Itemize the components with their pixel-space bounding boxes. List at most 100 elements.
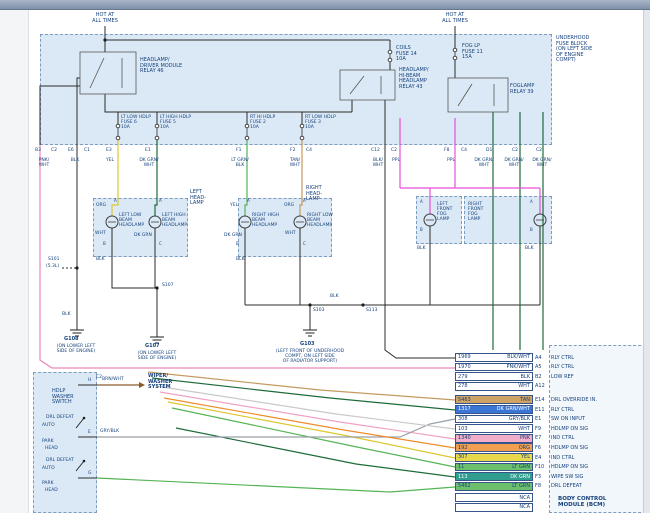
diagram-label: B	[530, 228, 533, 232]
bcm-function: IND CTRL	[551, 435, 574, 441]
diagram-label: D1	[486, 148, 492, 153]
wire	[77, 78, 80, 330]
diagram-label: PARK	[42, 481, 54, 486]
diagram-label: PNK/ WHT	[30, 158, 58, 168]
diagram-label: E1	[145, 148, 151, 153]
wire	[148, 372, 455, 400]
diagram-label: A	[303, 199, 306, 203]
bcm-wire-color: YEL	[521, 454, 530, 460]
diagram-label: HEAD	[45, 446, 58, 451]
bcm-wire-color: LT GRN	[512, 464, 530, 470]
bcm-pin: A4	[535, 355, 542, 361]
bcm-wire-color: LT GRN	[512, 483, 530, 489]
diagram-label: G	[88, 471, 92, 476]
diagram-label: C2	[51, 148, 57, 153]
arrow-icon	[139, 382, 145, 388]
bcm-pin: F8	[535, 483, 541, 489]
bcm-pin: E1	[535, 416, 541, 422]
diagram-label: B3	[35, 148, 41, 153]
bcm-wire-color: WHT	[518, 426, 530, 432]
diagram-label: ORG	[284, 203, 294, 208]
diagram-label: FOG LP FUSE 11 15A	[462, 44, 496, 61]
diagram-label: HEAD	[45, 488, 58, 493]
diagram-label: E6	[68, 148, 74, 153]
bcm-table-row: 1317DK GRN/WHT	[455, 405, 533, 414]
relay-symbol	[448, 78, 508, 112]
diagram-label: A	[420, 200, 423, 204]
diagram-label: (ON LOWER LEFT SIDE OF ENGINE)	[121, 351, 193, 361]
wire	[105, 94, 352, 112]
bcm-table-row: 307 YEL	[455, 453, 533, 462]
bcm-function: IND CTRL	[551, 455, 574, 461]
bcm-wire-color: PNK/WHT	[507, 364, 530, 370]
bcm-wire-color: DK GRN	[510, 474, 530, 480]
diagram-label: C2	[536, 148, 542, 153]
bcm-pin: E4	[535, 455, 541, 461]
diagram-label: WIPER/ WASHER SYSTEM	[148, 374, 184, 391]
diagram-label: F1	[236, 148, 241, 153]
bcm-table-row: 5462LT GRN	[455, 482, 533, 491]
bcm-pin: A5	[535, 364, 542, 370]
bcm-function: RLY CTRL	[551, 407, 574, 413]
diagram-label: DRL DEFEAT	[46, 415, 74, 420]
diagram-label: RIGHT LOW BEAM HEADLAMP	[307, 213, 343, 228]
bcm-function: WIPE SW SIG	[551, 474, 583, 480]
bcm-table-row: 103WHT	[455, 424, 533, 433]
diagram-label: LT GRN/ BLK	[225, 158, 255, 168]
diagram-label: PARK	[42, 439, 54, 444]
diagram-label: G107	[145, 344, 160, 350]
bcm-wire-number: 278	[458, 383, 468, 389]
diagram-label: BLK	[236, 257, 245, 262]
diagram-label: B	[103, 242, 106, 246]
diagram-label: DRL DEFEAT	[46, 458, 74, 463]
diagram-label: HEADLAMP/ DRIVER MODULE RELAY 46	[140, 58, 202, 75]
diagram-label: BODY CONTROL MODULE (BCM)	[558, 496, 630, 508]
diagram-label: ORG	[96, 203, 106, 208]
bcm-pin: E7	[535, 435, 541, 441]
diagram-label: C2	[391, 148, 397, 153]
bcm-wire-number: 1969	[458, 354, 471, 360]
diagram-label: B	[236, 242, 239, 246]
bcm-function: HDLMP ON SIG	[551, 426, 588, 432]
diagram-label: A	[114, 199, 117, 203]
bcm-table-row: NCA	[455, 493, 533, 502]
bcm-table-row: NCA	[455, 503, 533, 512]
diagram-label: DK GRN/ WHT	[134, 158, 164, 168]
bcm-wire-color: DK GRN/WHT	[497, 406, 530, 412]
wire	[40, 86, 80, 145]
diagram-label: BLK	[62, 312, 71, 317]
bcm-pin: F6	[535, 445, 541, 451]
diagram-label: LEFT LOW BEAM HEADLAMP	[119, 213, 153, 228]
bcm-function: LOW REF	[551, 374, 574, 380]
bcm-wire-number: 308	[458, 416, 468, 422]
diagram-label: RIGHT HIGH BEAM HEADLAMP	[252, 213, 288, 228]
diagram-label: RIGHT HEAD- LAMP	[306, 186, 336, 203]
diagram-label: YEL	[230, 203, 238, 208]
diagram-label: (LEFT FRONT OF UNDERHOOD COMPT, ON LEFT …	[240, 349, 380, 364]
bcm-wire-color: BLK	[521, 374, 531, 380]
wire	[97, 478, 455, 492]
bcm-wire-color: PNK	[520, 435, 530, 441]
vertical-scrollbar[interactable]	[643, 10, 650, 513]
bcm-wire-color: GRY/BLK	[509, 416, 530, 422]
bcm-wire-color: TAN	[520, 397, 530, 403]
diagram-label: GRY/BLK	[100, 429, 119, 434]
bcm-table-row: 308 GRY/BLK	[455, 415, 533, 424]
bcm-wire-number: 307	[458, 454, 468, 460]
diagram-label: DK GRN	[134, 233, 152, 238]
bcm-wire-number: 113	[458, 474, 468, 480]
diagram-label: LEFT HIGH BEAM HEADLAMP	[162, 213, 196, 228]
diagram-label: YEL	[98, 158, 122, 163]
diagram-label: G108	[64, 337, 79, 343]
diagram-label: C	[303, 242, 306, 246]
diagram-label: E	[88, 430, 91, 435]
relay-symbol	[80, 52, 136, 94]
bcm-function: HDLMP ON SIG	[551, 445, 588, 451]
diagram-label: LEFT HEAD- LAMP	[190, 190, 220, 207]
diagram-label: BLK	[63, 158, 87, 163]
bcm-table-row: 1969BLK/WHT	[455, 353, 533, 362]
wire	[300, 140, 302, 216]
bcm-wire-color: NCA	[519, 495, 530, 501]
wire	[155, 140, 157, 216]
bcm-wire-number: 279	[458, 374, 468, 380]
